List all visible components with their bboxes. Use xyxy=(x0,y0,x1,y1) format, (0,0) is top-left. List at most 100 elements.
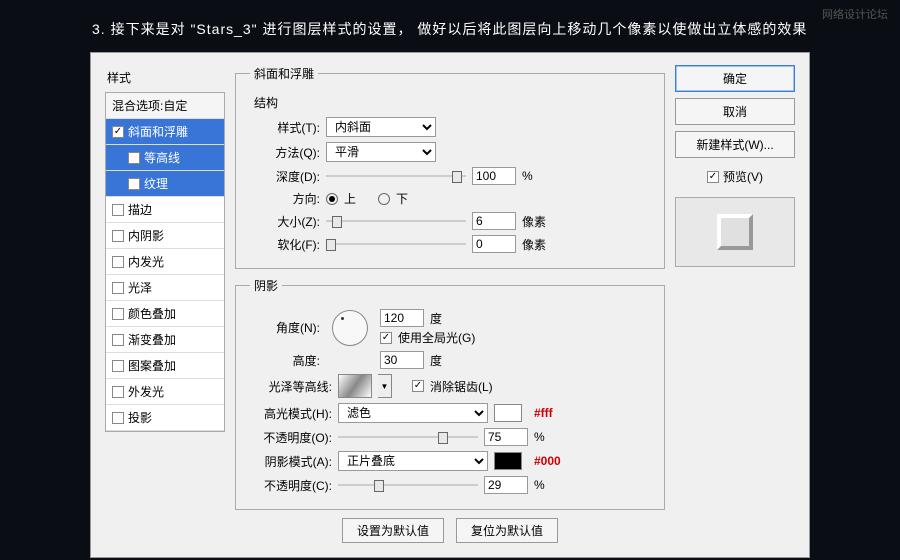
texture-item[interactable]: 纹理 xyxy=(106,171,224,197)
inner-glow-label: 内发光 xyxy=(128,253,164,270)
angle-input[interactable] xyxy=(380,309,424,327)
new-style-button[interactable]: 新建样式(W)... xyxy=(675,131,795,158)
inner-glow-checkbox[interactable] xyxy=(112,256,124,268)
stroke-checkbox[interactable] xyxy=(112,204,124,216)
highlight-opacity-slider[interactable] xyxy=(338,430,478,444)
direction-label: 方向: xyxy=(250,190,320,207)
antialias-label: 消除锯齿(L) xyxy=(430,378,493,395)
pattern-overlay-label: 图案叠加 xyxy=(128,357,176,374)
color-overlay-item[interactable]: 颜色叠加 xyxy=(106,301,224,327)
contour-item[interactable]: 等高线 xyxy=(106,145,224,171)
shading-fieldset: 阴影 角度(N): 度 使用全局光(G) 高度: 度 光泽等高线: ▼ 消除锯齿… xyxy=(235,277,665,510)
color-overlay-checkbox[interactable] xyxy=(112,308,124,320)
instruction-text: 3. 接下来是对 "Stars_3" 进行图层样式的设置， 做好以后将此图层向上… xyxy=(0,0,900,52)
altitude-input[interactable] xyxy=(380,351,424,369)
shadow-opacity-input[interactable] xyxy=(484,476,528,494)
satin-checkbox[interactable] xyxy=(112,282,124,294)
shadow-opacity-label: 不透明度(C): xyxy=(250,477,332,494)
px-unit-2: 像素 xyxy=(522,236,546,253)
up-label: 上 xyxy=(344,190,356,207)
stroke-item[interactable]: 描边 xyxy=(106,197,224,223)
size-label: 大小(Z): xyxy=(250,213,320,230)
global-light-checkbox[interactable] xyxy=(380,332,392,344)
bevel-checkbox[interactable] xyxy=(112,126,124,138)
reset-default-button[interactable]: 复位为默认值 xyxy=(456,518,558,543)
blend-options-item[interactable]: 混合选项:自定 xyxy=(106,93,224,119)
style-select[interactable]: 内斜面 xyxy=(326,117,436,137)
technique-select[interactable]: 平滑 xyxy=(326,142,436,162)
contour-checkbox[interactable] xyxy=(128,152,140,164)
shadow-hex: #000 xyxy=(534,454,561,468)
gradient-overlay-checkbox[interactable] xyxy=(112,334,124,346)
contour-label: 等高线 xyxy=(144,149,180,166)
outer-glow-item[interactable]: 外发光 xyxy=(106,379,224,405)
percent-unit-3: % xyxy=(534,478,545,492)
angle-wheel[interactable] xyxy=(332,310,368,346)
ok-button[interactable]: 确定 xyxy=(675,65,795,92)
outer-glow-label: 外发光 xyxy=(128,383,164,400)
preview-checkbox[interactable] xyxy=(707,171,719,183)
outer-glow-checkbox[interactable] xyxy=(112,386,124,398)
pattern-overlay-item[interactable]: 图案叠加 xyxy=(106,353,224,379)
highlight-mode-select[interactable]: 滤色 xyxy=(338,403,488,423)
depth-slider[interactable] xyxy=(326,169,466,183)
down-label: 下 xyxy=(396,190,408,207)
bevel-label: 斜面和浮雕 xyxy=(128,123,188,140)
direction-up-radio[interactable] xyxy=(326,193,338,205)
preview-bevel-icon xyxy=(717,214,753,250)
inner-shadow-label: 内阴影 xyxy=(128,227,164,244)
technique-label: 方法(Q): xyxy=(250,144,320,161)
satin-label: 光泽 xyxy=(128,279,152,296)
size-slider[interactable] xyxy=(326,214,466,228)
satin-item[interactable]: 光泽 xyxy=(106,275,224,301)
percent-unit: % xyxy=(522,169,533,183)
antialias-checkbox[interactable] xyxy=(412,380,424,392)
soften-input[interactable] xyxy=(472,235,516,253)
size-input[interactable] xyxy=(472,212,516,230)
texture-checkbox[interactable] xyxy=(128,178,140,190)
styles-title: 样式 xyxy=(105,65,225,92)
drop-shadow-item[interactable]: 投影 xyxy=(106,405,224,431)
highlight-color-swatch[interactable] xyxy=(494,404,522,422)
soften-slider[interactable] xyxy=(326,237,466,251)
depth-label: 深度(D): xyxy=(250,168,320,185)
depth-input[interactable] xyxy=(472,167,516,185)
shading-legend: 阴影 xyxy=(250,277,282,294)
gloss-label: 光泽等高线: xyxy=(250,378,332,395)
layer-style-dialog: 样式 混合选项:自定 斜面和浮雕 等高线 纹理 描边 内阴影 内发光 光泽 颜色… xyxy=(90,52,810,558)
bevel-legend: 斜面和浮雕 xyxy=(250,65,318,82)
soften-label: 软化(F): xyxy=(250,236,320,253)
gloss-contour-picker[interactable] xyxy=(338,374,372,398)
inner-shadow-item[interactable]: 内阴影 xyxy=(106,223,224,249)
color-overlay-label: 颜色叠加 xyxy=(128,305,176,322)
altitude-label: 高度: xyxy=(250,352,320,369)
deg-unit: 度 xyxy=(430,310,442,327)
highlight-hex: #fff xyxy=(534,406,553,420)
options-column: 斜面和浮雕 结构 样式(T): 内斜面 方法(Q): 平滑 深度(D): % 方… xyxy=(235,65,665,543)
shadow-opacity-slider[interactable] xyxy=(338,478,478,492)
shadow-color-swatch[interactable] xyxy=(494,452,522,470)
styles-list: 混合选项:自定 斜面和浮雕 等高线 纹理 描边 内阴影 内发光 光泽 颜色叠加 … xyxy=(105,92,225,432)
gradient-overlay-label: 渐变叠加 xyxy=(128,331,176,348)
watermark: 网络设计论坛 xyxy=(822,6,888,22)
shadow-mode-select[interactable]: 正片叠底 xyxy=(338,451,488,471)
preview-label: 预览(V) xyxy=(723,168,763,185)
direction-down-radio[interactable] xyxy=(378,193,390,205)
highlight-mode-label: 高光模式(H): xyxy=(250,405,332,422)
inner-glow-item[interactable]: 内发光 xyxy=(106,249,224,275)
inner-shadow-checkbox[interactable] xyxy=(112,230,124,242)
stroke-label: 描边 xyxy=(128,201,152,218)
texture-label: 纹理 xyxy=(144,175,168,192)
drop-shadow-checkbox[interactable] xyxy=(112,412,124,424)
global-light-label: 使用全局光(G) xyxy=(398,329,475,346)
pattern-overlay-checkbox[interactable] xyxy=(112,360,124,372)
gradient-overlay-item[interactable]: 渐变叠加 xyxy=(106,327,224,353)
bevel-emboss-item[interactable]: 斜面和浮雕 xyxy=(106,119,224,145)
cancel-button[interactable]: 取消 xyxy=(675,98,795,125)
highlight-opacity-input[interactable] xyxy=(484,428,528,446)
set-default-button[interactable]: 设置为默认值 xyxy=(342,518,444,543)
action-column: 确定 取消 新建样式(W)... 预览(V) xyxy=(675,65,795,543)
px-unit: 像素 xyxy=(522,213,546,230)
gloss-dropdown-icon[interactable]: ▼ xyxy=(378,374,392,398)
shadow-mode-label: 阴影模式(A): xyxy=(250,453,332,470)
